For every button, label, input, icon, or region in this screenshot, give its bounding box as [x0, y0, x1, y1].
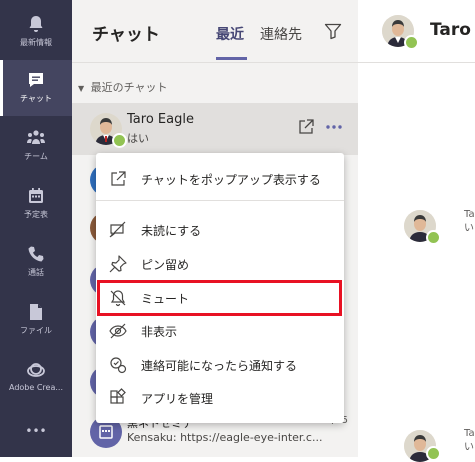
- popout-icon[interactable]: [296, 117, 316, 137]
- chat-preview: Kensaku: https://eagle-eye-inter.c...: [127, 431, 323, 444]
- rail-label: 通話: [28, 268, 44, 277]
- menu-item-label: 連絡可能になったら通知する: [141, 359, 298, 373]
- conversation-area: Taro Ta い Ta い: [358, 0, 475, 462]
- chevron-down-icon[interactable]: ▼: [78, 84, 84, 93]
- calendar-icon: [29, 188, 43, 203]
- status-available-badge: [426, 230, 441, 245]
- status-available-badge: [404, 35, 419, 50]
- highlight-box: [97, 280, 342, 316]
- recent-chats-label: 最近のチャット: [90, 81, 168, 94]
- rail-label: チャット: [20, 94, 52, 103]
- status-available-badge: [112, 133, 127, 148]
- menu-item-mark-unread[interactable]: 未読にする: [96, 213, 344, 246]
- message-text: い: [464, 442, 474, 453]
- section-label: ▼ 最近のチャット: [78, 79, 168, 95]
- rail-item-files[interactable]: ファイル: [0, 292, 72, 348]
- message-text: い: [464, 223, 474, 234]
- more-apps-button[interactable]: •••: [0, 424, 72, 438]
- message-bubble: Ta い: [464, 208, 475, 236]
- chat-list-item-selected[interactable]: Taro Eagle はい: [72, 103, 358, 155]
- adobe-cloud-icon: [27, 363, 45, 377]
- file-icon: [30, 304, 42, 320]
- menu-item-label: ピン留め: [141, 258, 190, 272]
- message-sender: Ta: [464, 209, 475, 220]
- notify-available-icon: [110, 357, 127, 374]
- apps-icon: [110, 388, 126, 404]
- menu-item-hide[interactable]: 非表示: [96, 314, 344, 347]
- rail-item-activity[interactable]: 最新情報: [0, 4, 72, 60]
- conversation-title: Taro: [430, 20, 471, 40]
- phone-icon: [28, 246, 44, 262]
- conversation-header: Taro: [358, 0, 475, 63]
- tab-contacts[interactable]: 連絡先: [260, 24, 302, 44]
- hide-eye-icon: [109, 323, 127, 339]
- menu-item-manage-apps[interactable]: アプリを管理: [96, 381, 344, 414]
- menu-item-popout[interactable]: チャットをポップアップ表示する: [96, 162, 344, 195]
- pin-icon: [109, 255, 127, 273]
- rail-label: 最新情報: [20, 38, 52, 47]
- rail-label: 予定表: [24, 210, 48, 219]
- chat-name: Taro Eagle: [127, 112, 194, 127]
- menu-item-label: 未読にする: [141, 224, 202, 238]
- rail-label: チーム: [24, 152, 48, 161]
- menu-item-label: アプリを管理: [141, 392, 214, 406]
- popout-icon: [111, 171, 126, 186]
- bell-icon: [29, 16, 43, 32]
- menu-divider: [96, 200, 344, 201]
- tab-underline: [216, 57, 247, 60]
- rail-item-teams[interactable]: チーム: [0, 118, 72, 174]
- menu-item-notify-when-available[interactable]: 連絡可能になったら通知する: [96, 348, 344, 381]
- teams-icon: [27, 130, 45, 144]
- rail-label: ファイル: [20, 326, 52, 335]
- rail-item-calls[interactable]: 通話: [0, 234, 72, 290]
- panel-title: チャット: [92, 25, 160, 45]
- chat-preview: はい: [127, 132, 149, 145]
- rail-label: Adobe Crea...: [9, 383, 63, 392]
- more-options-icon[interactable]: [324, 117, 344, 137]
- chat-icon: [29, 73, 43, 87]
- status-available-badge: [426, 446, 441, 461]
- menu-item-label: 非表示: [141, 325, 178, 339]
- rail-item-calendar[interactable]: 予定表: [0, 176, 72, 232]
- app-rail: 最新情報 チャット チーム 予定表 通話 ファイル Adobe Crea... …: [0, 0, 72, 457]
- menu-item-pin[interactable]: ピン留め: [96, 247, 344, 280]
- rail-item-adobe[interactable]: Adobe Crea...: [0, 350, 72, 406]
- message-bubble: Ta い: [464, 427, 475, 455]
- filter-icon[interactable]: [324, 22, 342, 40]
- menu-item-label: チャットをポップアップ表示する: [141, 173, 321, 187]
- tab-recent[interactable]: 最近: [216, 24, 244, 44]
- panel-header: チャット 最近 連絡先: [72, 0, 358, 63]
- message-sender: Ta: [464, 428, 475, 439]
- unread-icon: [109, 221, 126, 238]
- rail-item-chat[interactable]: チャット: [0, 60, 72, 116]
